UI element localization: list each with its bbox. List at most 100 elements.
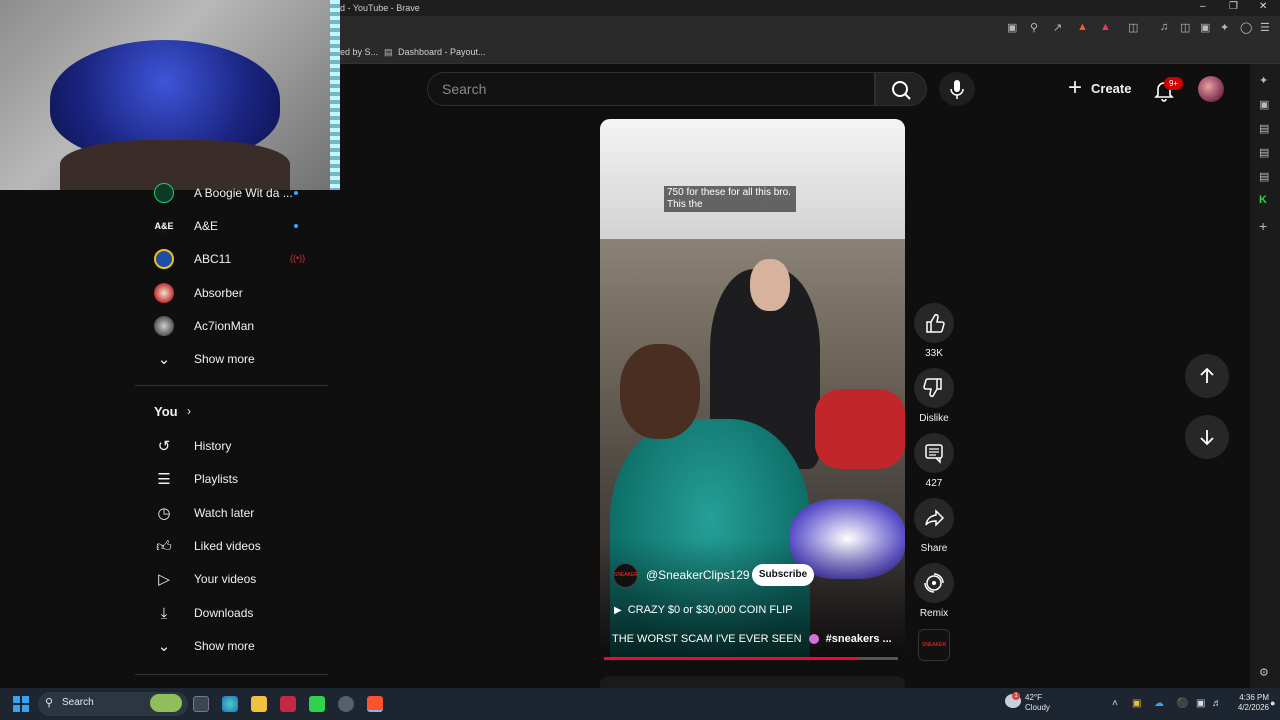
file-explorer-icon[interactable] bbox=[251, 696, 267, 712]
clock-time: 4:36 PM bbox=[1239, 693, 1269, 702]
caption-line: 750 for these for all this bro. bbox=[667, 187, 791, 198]
restore-icon[interactable]: ❐ bbox=[1229, 1, 1238, 12]
comments-button[interactable] bbox=[914, 433, 954, 473]
webcam-lights bbox=[330, 0, 340, 190]
chevron-down-icon: ⌄ bbox=[157, 351, 171, 368]
leo-sidebar-icon[interactable]: ✦ bbox=[1259, 74, 1268, 87]
voice-search-button[interactable] bbox=[939, 72, 975, 106]
playlist-link[interactable]: ▶ CRAZY $0 or $30,000 COIN FLIP bbox=[614, 604, 793, 616]
sidebar-item-subscription[interactable]: A&E A&E bbox=[135, 210, 328, 243]
channel-name[interactable]: @SneakerClips129 bbox=[646, 568, 750, 582]
watch-later-icon: ◷ bbox=[157, 505, 171, 522]
thumbs-up-icon bbox=[926, 313, 945, 333]
video-title[interactable]: THE WORST SCAM I'VE EVER SEEN #sneakers … bbox=[612, 633, 892, 645]
sidebar-item-subscription[interactable]: A Boogie Wit da ... bbox=[135, 177, 328, 210]
downloads-icon: ⤓ bbox=[160, 605, 168, 622]
playlist-sidebar-icon[interactable]: ▣ bbox=[1259, 98, 1269, 111]
sidebar-item-label: Playlists bbox=[194, 472, 239, 486]
sidebar-item-label: A Boogie Wit da ... bbox=[194, 186, 293, 200]
add-sidebar-icon[interactable]: + bbox=[1259, 218, 1267, 234]
menu-icon[interactable]: ☰ bbox=[1260, 21, 1270, 34]
cast-icon[interactable]: ▣ bbox=[1007, 21, 1017, 34]
new-content-dot bbox=[294, 191, 298, 195]
plus-icon: + bbox=[1068, 74, 1083, 101]
tray-chevron-icon[interactable]: ˄ bbox=[1112, 698, 1118, 709]
network-icon[interactable]: ▣ bbox=[1196, 698, 1205, 709]
sidebar-item-label: Liked videos bbox=[194, 539, 261, 553]
sidebar-item-playlists[interactable]: ☰ Playlists bbox=[135, 463, 328, 496]
taskbar-search[interactable]: ⚲ Search bbox=[38, 692, 188, 716]
brave-icon[interactable] bbox=[367, 696, 383, 712]
sidebar-toggle-icon[interactable]: ◫ bbox=[1180, 21, 1190, 34]
like-count: 33K bbox=[925, 348, 943, 359]
sidebar-item-history[interactable]: ↺ History bbox=[135, 430, 328, 463]
taskbar-clock[interactable]: 4:36 PM 4/2/2026 bbox=[1225, 693, 1269, 713]
sound-thumbnail[interactable]: SNEAKER bbox=[918, 629, 950, 661]
close-icon[interactable]: ✕ bbox=[1259, 1, 1267, 12]
history-icon: ↺ bbox=[157, 438, 171, 455]
search-button[interactable] bbox=[875, 72, 927, 106]
brave-rewards-icon[interactable]: ▲ bbox=[1100, 21, 1111, 33]
you-section-header[interactable]: You › bbox=[135, 396, 328, 429]
remix-button[interactable] bbox=[914, 563, 954, 603]
edge-icon[interactable] bbox=[222, 696, 238, 712]
video-progress-bar[interactable] bbox=[604, 657, 898, 660]
sidebar-item-watch-later[interactable]: ◷ Watch later bbox=[135, 497, 328, 530]
tray-app-icon[interactable]: ▣ bbox=[1132, 698, 1141, 709]
reading-list-icon[interactable]: ▤ bbox=[1259, 122, 1269, 135]
avatar[interactable] bbox=[1198, 76, 1224, 102]
sidebar-item-downloads[interactable]: ⤓ Downloads bbox=[135, 597, 328, 630]
sidebar-settings-icon[interactable]: ⚙ bbox=[1259, 666, 1269, 679]
tray-cloud-icon[interactable]: ☁ bbox=[1154, 698, 1164, 709]
kick-sidebar-icon[interactable]: K bbox=[1259, 194, 1267, 206]
bookmarks-sidebar-icon[interactable]: ▤ bbox=[1259, 146, 1269, 159]
minimize-icon[interactable]: – bbox=[1200, 1, 1206, 12]
video-figure bbox=[750, 259, 790, 311]
volume-icon[interactable]: ♬ bbox=[1212, 698, 1222, 709]
sidebar-item-your-videos[interactable]: ▷ Your videos bbox=[135, 563, 328, 596]
emoji-icon bbox=[808, 634, 819, 645]
wallet-icon[interactable]: ▣ bbox=[1200, 21, 1210, 34]
kick-icon[interactable] bbox=[309, 696, 325, 712]
obs-icon[interactable] bbox=[338, 696, 354, 712]
share-page-icon[interactable]: ↗ bbox=[1053, 21, 1062, 34]
previous-short-button[interactable] bbox=[1185, 354, 1229, 398]
show-more-subscriptions-button[interactable]: ⌄ Show more bbox=[135, 343, 328, 376]
history-sidebar-icon[interactable]: ▤ bbox=[1259, 170, 1269, 183]
create-label: Create bbox=[1091, 81, 1132, 96]
vpn-icon[interactable]: ◯ bbox=[1240, 21, 1252, 34]
sidebar-item-subscription[interactable]: ABC11 ((•)) bbox=[135, 243, 328, 276]
zoom-icon[interactable]: ⚲ bbox=[1030, 21, 1038, 34]
sidebar-item-subscription[interactable]: Ac7ionMan bbox=[135, 310, 328, 343]
media-icon[interactable]: ♫ bbox=[1160, 21, 1168, 33]
hashtag-link[interactable]: #sneakers ... bbox=[826, 633, 892, 645]
sidebar-divider bbox=[135, 385, 328, 386]
next-short-button[interactable] bbox=[1185, 415, 1229, 459]
microphone-tray-icon[interactable]: ⚫ bbox=[1176, 698, 1188, 709]
dislike-button[interactable] bbox=[914, 368, 954, 408]
channel-avatar[interactable]: SNEAKER bbox=[613, 563, 638, 588]
extension-icon[interactable]: ◫ bbox=[1128, 21, 1138, 34]
task-view-icon[interactable] bbox=[193, 696, 209, 712]
sidebar-item-subscription[interactable]: Absorber bbox=[135, 277, 328, 310]
bookmark-item[interactable]: ed by S... bbox=[340, 47, 378, 57]
bookmark-item[interactable]: Dashboard - Payout... bbox=[398, 47, 486, 57]
search-input[interactable]: Search bbox=[427, 72, 875, 106]
share-button[interactable] bbox=[914, 498, 954, 538]
leo-icon[interactable]: ✦ bbox=[1220, 21, 1229, 34]
like-button[interactable] bbox=[914, 303, 954, 343]
subscribe-button[interactable]: Subscribe bbox=[752, 564, 814, 586]
browser-side-panel: ✦ ▣ ▤ ▤ ▤ K + ⚙ bbox=[1250, 64, 1280, 688]
windows-start-icon[interactable] bbox=[13, 696, 29, 712]
brave-shields-icon[interactable]: ▲ bbox=[1077, 21, 1088, 33]
create-button[interactable]: + Create bbox=[1060, 72, 1138, 106]
show-more-you-button[interactable]: ⌄ Show more bbox=[135, 630, 328, 663]
share-label: Share bbox=[920, 543, 948, 554]
app-icon[interactable] bbox=[280, 696, 296, 712]
notification-center-icon[interactable]: ● bbox=[1270, 698, 1275, 708]
dislike-label: Dislike bbox=[919, 413, 949, 424]
sidebar-item-liked-videos[interactable]: 👍︎ Liked videos bbox=[135, 530, 328, 563]
weather-widget[interactable]: 42°F Cloudy bbox=[1025, 693, 1050, 713]
live-icon: ((•)) bbox=[290, 253, 306, 263]
window-title: d - YouTube - Brave bbox=[340, 3, 420, 13]
